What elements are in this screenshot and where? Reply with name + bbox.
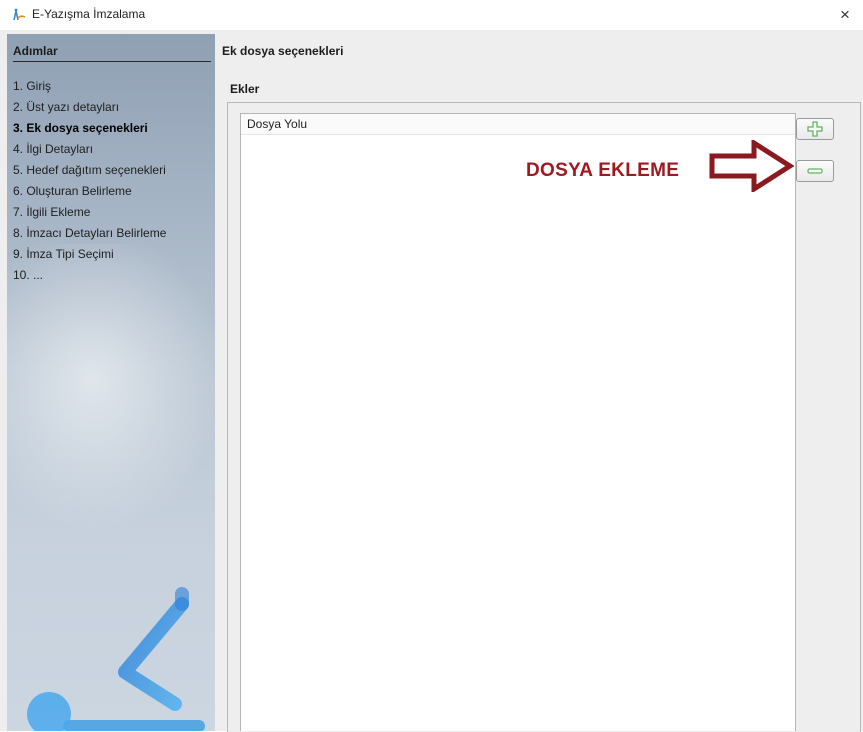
app-figure-icon [12, 8, 28, 22]
attachments-list[interactable]: Dosya Yolu [240, 113, 796, 731]
steps-list: 1. Giriş 2. Üst yazı detayları 3. Ek dos… [13, 76, 166, 286]
window-title: E-Yazışma İmzalama [32, 7, 146, 21]
right-arrow-icon [709, 140, 794, 192]
step-item-3-active: 3. Ek dosya seçenekleri [13, 121, 148, 135]
remove-attachment-button[interactable] [796, 160, 834, 182]
annotation-label: DOSYA EKLEME [526, 160, 680, 181]
plus-icon [807, 121, 823, 137]
step-item-5: 5. Hedef dağıtım seçenekleri [13, 163, 166, 177]
steps-sidebar: Adımlar 1. Giriş 2. Üst yazı detayları 3… [7, 34, 215, 731]
page-title: Ek dosya seçenekleri [222, 44, 344, 58]
attachments-panel: Dosya Yolu [227, 102, 861, 732]
sidebar-header: Adımlar [13, 44, 58, 58]
step-item-1: 1. Giriş [13, 79, 52, 93]
table-header: Dosya Yolu [241, 114, 795, 135]
step-item-2: 2. Üst yazı detayları [13, 100, 120, 114]
column-header-file-path[interactable]: Dosya Yolu [247, 117, 307, 131]
close-button[interactable]: × [827, 0, 863, 30]
main-content: Ek dosya seçenekleri Ekler Dosya Yolu [222, 30, 863, 732]
section-label-ekler: Ekler [230, 82, 260, 96]
minus-icon [807, 168, 823, 174]
step-item-6: 6. Oluşturan Belirleme [13, 184, 132, 198]
title-bar: E-Yazışma İmzalama × [0, 0, 863, 30]
step-item-10: 10. ... [13, 268, 44, 282]
step-item-8: 8. İmzacı Detayları Belirleme [13, 226, 167, 240]
step-item-4: 4. İlgi Detayları [13, 142, 94, 156]
add-attachment-button[interactable] [796, 118, 834, 140]
sidebar-background-glow [7, 244, 215, 544]
e-sigma-logo [27, 587, 205, 731]
step-item-7: 7. İlgili Ekleme [13, 205, 91, 219]
sidebar-divider [13, 61, 211, 62]
wizard-window-body: Adımlar 1. Giriş 2. Üst yazı detayları 3… [0, 30, 863, 732]
step-item-9: 9. İmza Tipi Seçimi [13, 247, 114, 261]
